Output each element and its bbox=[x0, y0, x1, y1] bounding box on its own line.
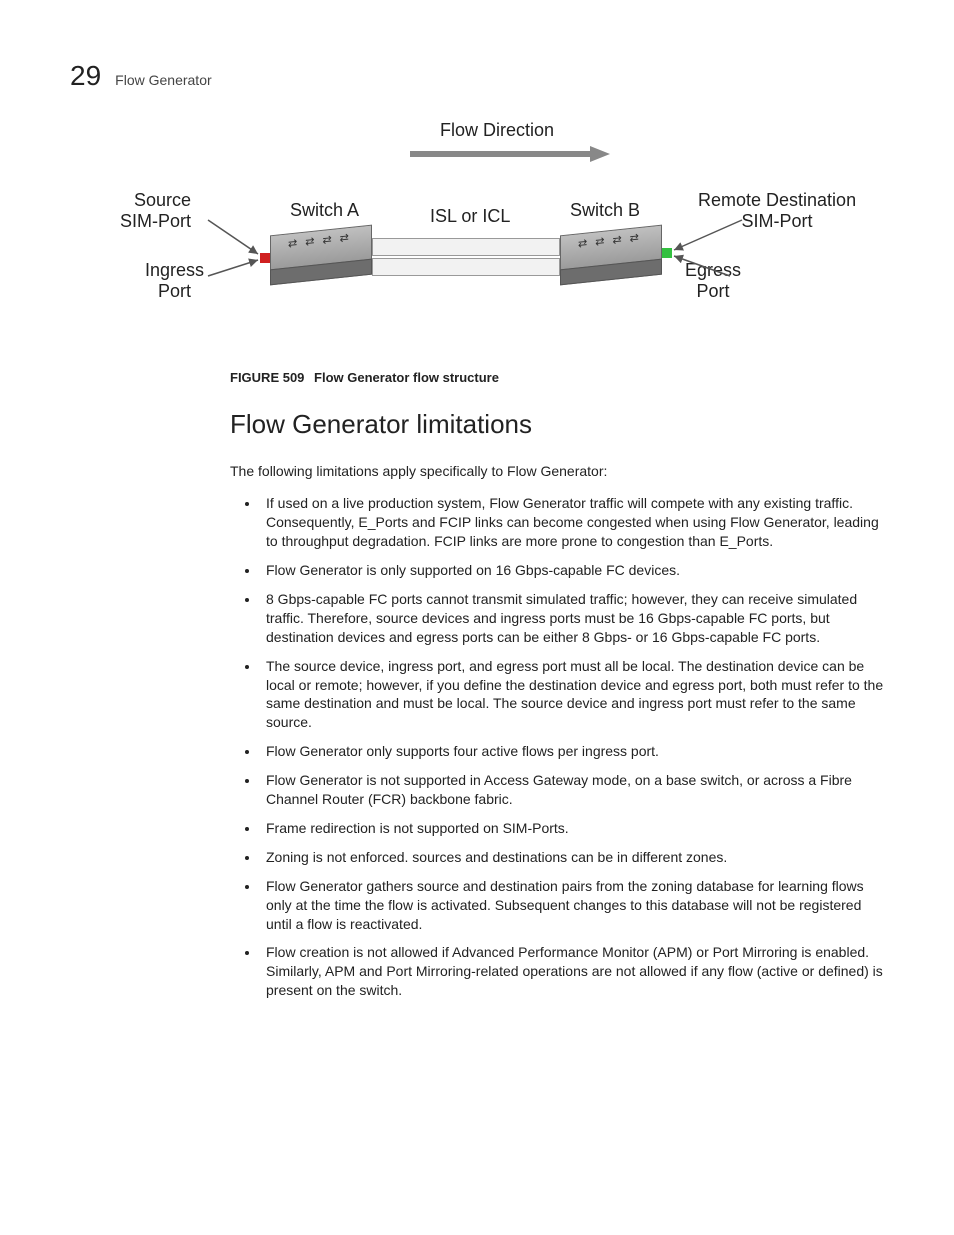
list-item: Frame redirection is not supported on SI… bbox=[260, 819, 884, 838]
list-item: 8 Gbps-capable FC ports cannot transmit … bbox=[260, 590, 884, 647]
list-item: If used on a live production system, Flo… bbox=[260, 494, 884, 551]
chapter-title: Flow Generator bbox=[115, 72, 211, 88]
list-item: Flow Generator is not supported in Acces… bbox=[260, 771, 884, 809]
section-heading: Flow Generator limitations bbox=[230, 409, 884, 440]
page: 29 Flow Generator Flow Direction Source … bbox=[0, 0, 954, 1070]
figure-caption-text: Flow Generator flow structure bbox=[314, 370, 499, 385]
figure-caption: FIGURE 509 Flow Generator flow structure bbox=[230, 370, 884, 385]
list-item: The source device, ingress port, and egr… bbox=[260, 657, 884, 733]
limitations-list: If used on a live production system, Flo… bbox=[230, 494, 884, 1000]
list-item: Flow creation is not allowed if Advanced… bbox=[260, 943, 884, 1000]
list-item: Zoning is not enforced. sources and dest… bbox=[260, 848, 884, 867]
diagram-pointers bbox=[130, 120, 910, 350]
chapter-number: 29 bbox=[70, 60, 101, 92]
list-item: Flow Generator only supports four active… bbox=[260, 742, 884, 761]
running-header: 29 Flow Generator bbox=[70, 60, 884, 92]
diagram: Flow Direction Source SIM-Port Ingress P… bbox=[130, 120, 910, 350]
list-item: Flow Generator is only supported on 16 G… bbox=[260, 561, 884, 580]
section-intro: The following limitations apply specific… bbox=[230, 462, 884, 481]
list-item: Flow Generator gathers source and destin… bbox=[260, 877, 884, 934]
figure-number: FIGURE 509 bbox=[230, 370, 304, 385]
figure: Flow Direction Source SIM-Port Ingress P… bbox=[230, 120, 870, 350]
